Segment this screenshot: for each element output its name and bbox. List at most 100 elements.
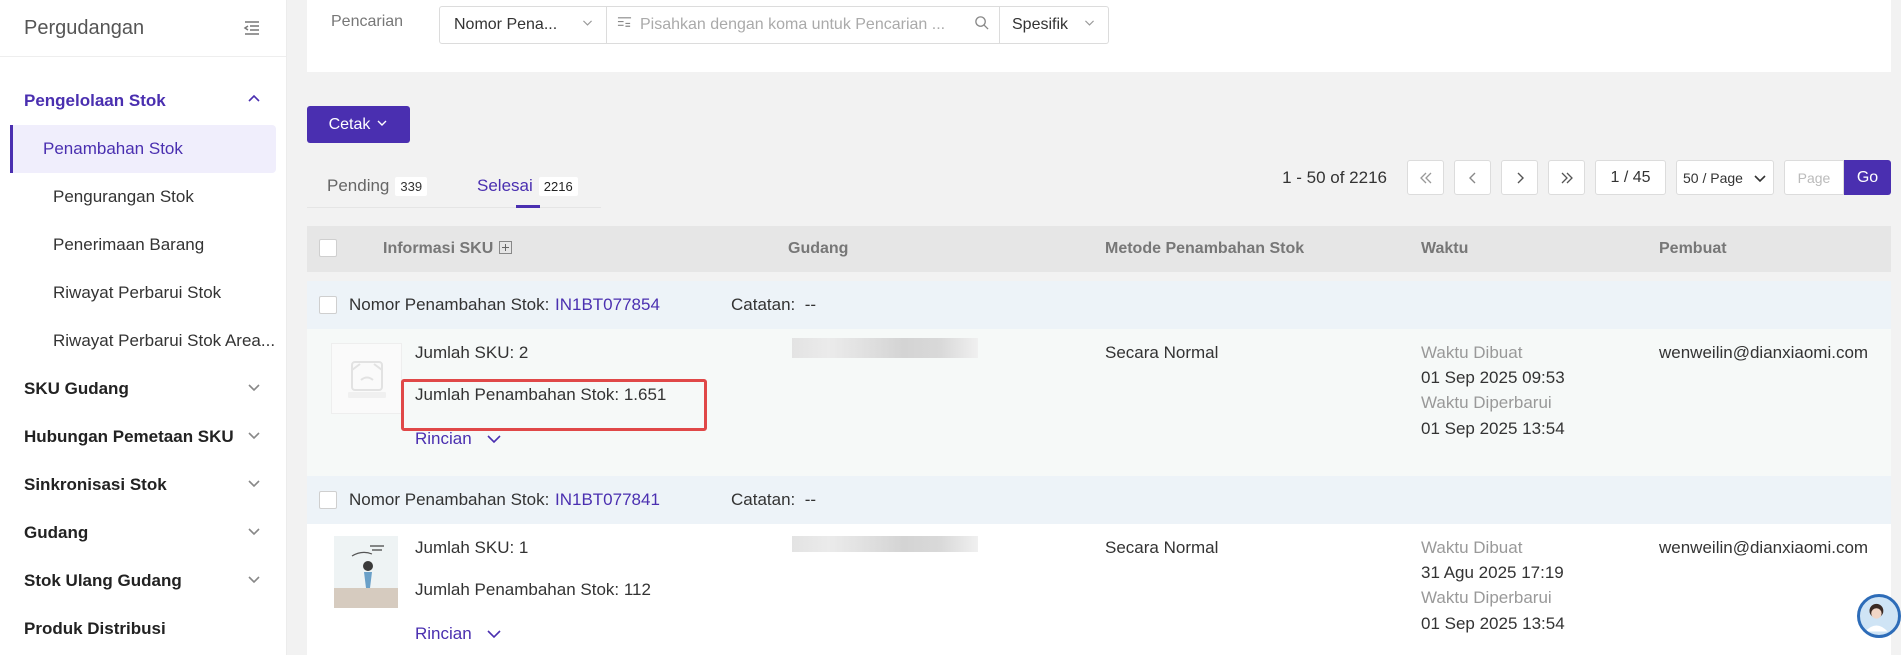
- active-tab-indicator: [516, 205, 540, 208]
- sidebar-item-label: Penerimaan Barang: [53, 235, 205, 254]
- chevron-down-icon: [1754, 174, 1766, 182]
- sidebar-group-label: Hubungan Pemetaan SKU: [24, 427, 234, 446]
- tab-label: Selesai: [477, 176, 533, 195]
- sidebar-group-label: Pengelolaan Stok: [24, 91, 166, 110]
- sidebar-item-label: Riwayat Perbarui Stok Area...: [53, 331, 276, 350]
- search-mode-select[interactable]: Spesifik: [999, 6, 1109, 44]
- sidebar-group-label: Stok Ulang Gudang: [24, 571, 182, 590]
- row-checkbox[interactable]: [319, 296, 337, 314]
- sidebar-group-sku-gudang[interactable]: SKU Gudang: [0, 365, 286, 413]
- pagination: 1 - 50 of 2216 1 / 45 50 / Page Go: [1282, 160, 1891, 195]
- sidebar-item-pengurangan-stok[interactable]: Pengurangan Stok: [10, 173, 276, 221]
- updated-label: Waktu Diperbarui: [1421, 588, 1552, 607]
- created-time: 31 Agu 2025 17:19: [1421, 563, 1564, 582]
- sidebar-group-stok-ulang-gudang[interactable]: Stok Ulang Gudang: [0, 557, 286, 605]
- sidebar-group-label: Produk Distribusi: [24, 619, 166, 638]
- warehouse-redacted: [792, 536, 978, 552]
- go-button[interactable]: Go: [1844, 160, 1891, 195]
- sidebar-group-hubungan-pemetaan-sku[interactable]: Hubungan Pemetaan SKU: [0, 413, 286, 461]
- sidebar: Pergudangan Pengelolaan Stok Penambahan …: [0, 0, 287, 655]
- chevron-down-icon: [581, 16, 594, 34]
- page-size-select[interactable]: 50 / Page: [1676, 160, 1774, 195]
- sidebar-group-pengelolaan-stok[interactable]: Pengelolaan Stok: [0, 77, 286, 125]
- first-page-button[interactable]: [1407, 160, 1444, 195]
- record-number-link[interactable]: IN1BT077854: [555, 295, 660, 315]
- double-chevron-left-icon: [1419, 172, 1431, 183]
- created-label: Waktu Dibuat: [1421, 343, 1523, 362]
- product-thumbnail: [334, 536, 398, 608]
- chevron-down-icon: [246, 571, 262, 592]
- record-header: Nomor Penambahan Stok: IN1BT077854 Catat…: [307, 281, 1891, 329]
- sidebar-group-label: Sinkronisasi Stok: [24, 475, 167, 494]
- sidebar-item-label: Pengurangan Stok: [53, 187, 194, 206]
- last-page-button[interactable]: [1548, 160, 1585, 195]
- detail-label: Rincian: [415, 429, 472, 448]
- record-header: Nomor Penambahan Stok: IN1BT077841 Catat…: [307, 476, 1891, 524]
- print-button[interactable]: Cetak: [307, 106, 410, 143]
- detail-toggle[interactable]: Rincian: [415, 429, 502, 449]
- support-avatar[interactable]: [1857, 594, 1901, 638]
- created-label: Waktu Dibuat: [1421, 538, 1523, 557]
- column-header-pembuat: Pembuat: [1659, 240, 1727, 257]
- detail-toggle[interactable]: Rincian: [415, 624, 502, 644]
- column-header-sku-info: Informasi SKU: [383, 240, 513, 258]
- chevron-left-icon: [1468, 172, 1475, 183]
- search-field-value: Nomor Pena...: [454, 16, 558, 33]
- highlight-annotation: [401, 379, 707, 431]
- search-input-box: [606, 6, 1000, 44]
- tab-label: Pending: [327, 176, 390, 195]
- product-photo-icon: [334, 536, 398, 608]
- stock-method: Secara Normal: [1105, 538, 1219, 557]
- updated-time: 01 Sep 2025 13:54: [1421, 614, 1565, 633]
- created-time: 01 Sep 2025 09:53: [1421, 368, 1565, 387]
- tab-count-badge: 339: [395, 176, 428, 196]
- updated-label: Waktu Diperbarui: [1421, 393, 1552, 412]
- double-chevron-right-icon: [1561, 172, 1573, 183]
- creator-email: wenweilin@dianxiaomi.com: [1659, 538, 1869, 557]
- sidebar-item-penerimaan-barang[interactable]: Penerimaan Barang: [10, 221, 276, 269]
- no-image-icon: [347, 360, 386, 398]
- record-body: Jumlah SKU: 1 Jumlah Penambahan Stok: 11…: [307, 524, 1891, 655]
- search-field-select[interactable]: Nomor Pena...: [439, 6, 607, 44]
- select-all-checkbox[interactable]: [319, 239, 337, 257]
- note-value: --: [804, 295, 817, 314]
- record-number-link[interactable]: IN1BT077841: [555, 490, 660, 510]
- next-page-button[interactable]: [1501, 160, 1538, 195]
- search-icon[interactable]: [974, 15, 989, 35]
- sidebar-group-label: Gudang: [24, 523, 89, 542]
- sidebar-item-label: Penambahan Stok: [43, 139, 183, 158]
- column-header-gudang: Gudang: [788, 240, 849, 257]
- chevron-down-icon: [246, 523, 262, 544]
- search-input[interactable]: [640, 16, 974, 34]
- sku-count: Jumlah SKU: 2: [415, 343, 529, 362]
- prev-page-button[interactable]: [1454, 160, 1491, 195]
- sidebar-item-riwayat-perbarui-stok-area[interactable]: Riwayat Perbarui Stok Area...: [10, 317, 276, 365]
- chevron-down-icon: [487, 630, 501, 639]
- search-label: Pencarian: [331, 13, 404, 30]
- chevron-down-icon: [246, 475, 262, 496]
- tab-pending[interactable]: Pending 339: [327, 176, 428, 196]
- chevron-down-icon: [246, 379, 262, 400]
- sidebar-item-penambahan-stok[interactable]: Penambahan Stok: [10, 125, 276, 173]
- sidebar-group-sinkronisasi-stok[interactable]: Sinkronisasi Stok: [0, 461, 286, 509]
- sidebar-item-label: Riwayat Perbarui Stok: [53, 283, 222, 302]
- sidebar-group-produk-distribusi[interactable]: Produk Distribusi: [0, 605, 286, 653]
- record-note: Catatan: --: [731, 295, 816, 315]
- filter-list-icon: [617, 15, 632, 35]
- chevron-down-icon: [1083, 16, 1096, 34]
- page-jump-input[interactable]: [1784, 160, 1844, 195]
- record-body: Jumlah SKU: 2 Jumlah Penambahan Stok: 1.…: [307, 329, 1891, 479]
- sidebar-item-riwayat-perbarui-stok[interactable]: Riwayat Perbarui Stok: [10, 269, 276, 317]
- page-size-value: 50 / Page: [1683, 169, 1743, 186]
- tab-selesai[interactable]: Selesai 2216: [477, 176, 578, 196]
- expand-all-icon[interactable]: [499, 241, 513, 254]
- print-button-label: Cetak: [328, 115, 371, 133]
- column-header-label: Informasi SKU: [383, 240, 494, 257]
- search-panel: Pencarian Nomor Pena... Spesifik: [307, 0, 1891, 72]
- sidebar-group-gudang[interactable]: Gudang: [0, 509, 286, 557]
- row-checkbox[interactable]: [319, 491, 337, 509]
- table-row: Nomor Penambahan Stok: IN1BT077854 Catat…: [307, 281, 1891, 479]
- sku-count: Jumlah SKU: 1: [415, 538, 529, 557]
- menu-collapse-icon[interactable]: [242, 18, 262, 38]
- tab-count-badge: 2216: [538, 176, 578, 196]
